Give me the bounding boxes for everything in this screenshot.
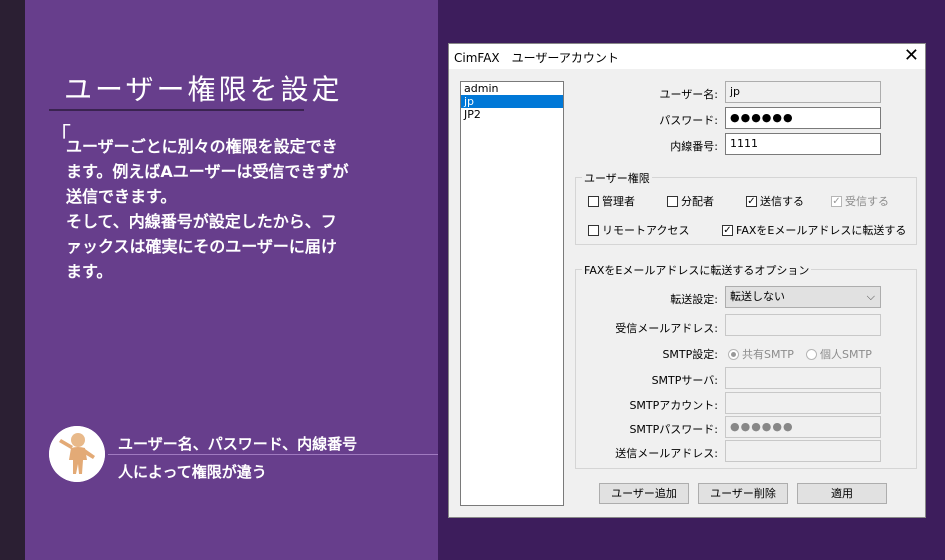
forward-setting-label: 転送設定: [670, 293, 718, 306]
username-field[interactable]: jp [725, 81, 881, 103]
delete-user-button[interactable]: ユーザー削除 [698, 483, 788, 504]
smtp-password-label: SMTPパスワード: [629, 423, 718, 436]
forward-email-label: FAXをEメールアドレスに転送する [736, 224, 907, 237]
password-field[interactable]: ●●●●●● [725, 107, 881, 129]
user-list-item-admin[interactable]: admin [461, 82, 563, 95]
radio-dot [806, 348, 817, 360]
desc-line: ます。例えばAユーザーは受信できずが [66, 162, 349, 181]
desc-line: ます。 [66, 262, 113, 281]
permissions-group-title: ユーザー権限 [582, 170, 652, 186]
smtp-setting-label: SMTP設定: [662, 348, 718, 361]
desc-line: 送信できます。 [66, 187, 177, 206]
radio-dot [728, 348, 739, 360]
smtp-password-field[interactable]: ●●●●●● [725, 416, 881, 438]
send-mail-field[interactable] [725, 440, 881, 462]
receive-checkbox-label: 受信する [845, 195, 889, 208]
user-list-item-jp2[interactable]: JP2 [461, 108, 563, 121]
check-mark-icon: ✓ [746, 195, 757, 207]
caption-line-2: 人によって権限が違う [118, 463, 267, 481]
smtp-personal-radio[interactable]: 個人SMTP [806, 346, 872, 362]
admin-checkbox-label: 管理者 [602, 195, 635, 208]
slide-title: ユーザー権限を設定 [64, 73, 343, 106]
distributor-checkbox-label: 分配者 [681, 195, 714, 208]
caption-line-1: ユーザー名、パスワード、内線番号 [118, 435, 358, 453]
username-label: ユーザー名: [659, 88, 719, 101]
left-edge-bar [0, 0, 25, 560]
desc-line: ァックスは確実にそのユーザーに届け [66, 237, 337, 256]
send-checkbox[interactable]: ✓ 送信する [746, 193, 804, 209]
receive-checkbox[interactable]: ✓ 受信する [831, 193, 889, 209]
user-list-item-jp[interactable]: jp [461, 95, 563, 108]
user-list[interactable]: admin jp JP2 [460, 81, 564, 506]
checkbox-box [667, 195, 678, 207]
apply-button[interactable]: 適用 [797, 483, 887, 504]
smtp-shared-radio[interactable]: 共有SMTP [728, 346, 794, 362]
add-user-button[interactable]: ユーザー追加 [599, 483, 689, 504]
close-icon[interactable]: ✕ [904, 45, 919, 67]
forward-email-checkbox[interactable]: ✓ FAXをEメールアドレスに転送する [722, 222, 906, 238]
person-figure-icon [49, 426, 105, 482]
check-mark-icon: ✓ [831, 195, 842, 207]
title-underline [49, 109, 304, 111]
smtp-shared-label: 共有SMTP [742, 348, 794, 361]
extension-label: 内線番号: [670, 140, 718, 153]
admin-checkbox[interactable]: 管理者 [588, 193, 635, 209]
smtp-server-field[interactable] [725, 367, 881, 389]
desc-line: そして、内線番号が設定したから、フ [66, 212, 337, 231]
receive-mail-label: 受信メールアドレス: [615, 322, 718, 335]
forward-setting-value: 転送しない [730, 290, 785, 303]
extension-field[interactable]: 1111 [725, 133, 881, 155]
checkbox-box [588, 224, 599, 236]
user-account-dialog: CimFAX ユーザーアカウント ✕ admin jp JP2 ユーザー名: j… [448, 43, 926, 518]
caption-underline [108, 454, 438, 455]
smtp-personal-label: 個人SMTP [820, 348, 872, 361]
smtp-server-label: SMTPサーバ: [651, 374, 718, 387]
receive-mail-field[interactable] [725, 314, 881, 336]
forward-options-title: FAXをEメールアドレスに転送するオプション [582, 262, 812, 278]
checkbox-box [588, 195, 599, 207]
dialog-title: CimFAX ユーザーアカウント [454, 51, 619, 65]
desc-line: ユーザーごとに別々の権限を設定でき [66, 137, 338, 156]
password-label: パスワード: [659, 114, 718, 127]
check-mark-icon: ✓ [722, 224, 733, 236]
forward-setting-select[interactable]: 転送しない ⌵ [725, 286, 881, 308]
chevron-down-icon: ⌵ [866, 290, 875, 303]
send-mail-label: 送信メールアドレス: [615, 447, 718, 460]
slide-description: ユーザーごとに別々の権限を設定でき ます。例えばAユーザーは受信できずが 送信で… [66, 134, 366, 284]
distributor-checkbox[interactable]: 分配者 [667, 193, 714, 209]
send-checkbox-label: 送信する [760, 195, 804, 208]
smtp-account-field[interactable] [725, 392, 881, 414]
remote-access-label: リモートアクセス [602, 224, 690, 237]
smtp-account-label: SMTPアカウント: [629, 399, 718, 412]
remote-access-checkbox[interactable]: リモートアクセス [588, 222, 689, 238]
dialog-titlebar: CimFAX ユーザーアカウント ✕ [449, 44, 925, 69]
